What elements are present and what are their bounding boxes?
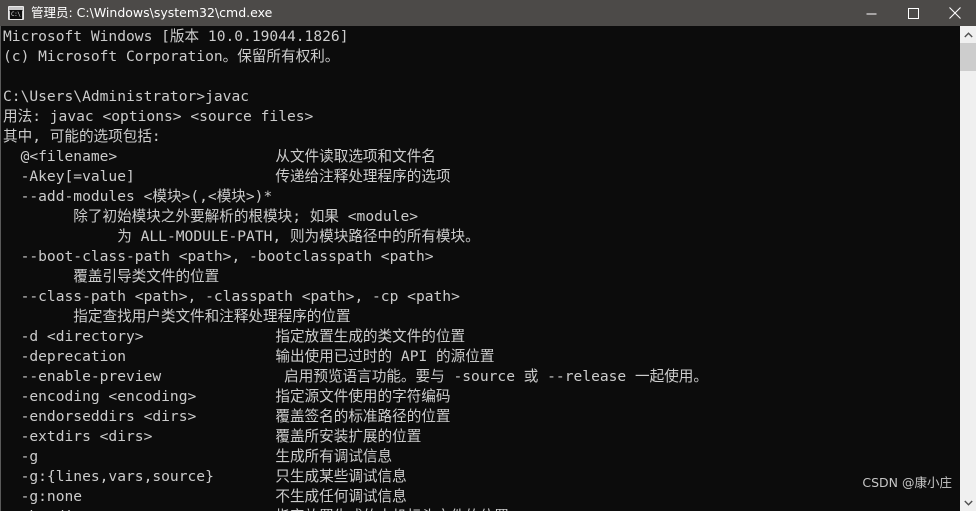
maximize-button[interactable] [892, 0, 934, 26]
scrollbar-thumb[interactable] [960, 43, 976, 71]
title-bar[interactable]: 管理员: C:\Windows\system32\cmd.exe [0, 0, 976, 26]
cmd-console-icon [8, 6, 24, 20]
console-output[interactable]: Microsoft Windows [版本 10.0.19044.1826] (c… [1, 26, 959, 511]
console-line: -endorseddirs <dirs> 覆盖签名的标准路径的位置 [3, 408, 451, 425]
console-line: 为 ALL-MODULE-PATH, 则为模块路径中的所有模块。 [3, 228, 480, 245]
console-line: -encoding <encoding> 指定源文件使用的字符编码 [3, 388, 451, 405]
console-line: -d <directory> 指定放置生成的类文件的位置 [3, 328, 466, 345]
cmd-window: 管理员: C:\Windows\system32\cmd.exe [0, 0, 976, 511]
minimize-button[interactable] [850, 0, 892, 26]
console-line: -g 生成所有调试信息 [3, 448, 393, 465]
console-line: @<filename> 从文件读取选项和文件名 [3, 148, 436, 165]
console-line: -h <directory> 指定放置生成的本机标头文件的位置 [1, 507, 959, 511]
console-line: -deprecation 输出使用已过时的 API 的源位置 [3, 348, 495, 365]
console-line: C:\Users\Administrator>javac [3, 88, 250, 105]
console-line: 其中, 可能的选项包括: [3, 128, 161, 145]
console-line: -g:none 不生成任何调试信息 [3, 488, 407, 505]
scrollbar-track[interactable] [960, 43, 976, 494]
console-line: -g:{lines,vars,source} 只生成某些调试信息 [3, 468, 407, 485]
window-title: 管理员: C:\Windows\system32\cmd.exe [31, 5, 273, 20]
console-area: Microsoft Windows [版本 10.0.19044.1826] (c… [0, 26, 976, 511]
console-line: 指定查找用户类文件和注释处理程序的位置 [3, 308, 351, 325]
console-line: 除了初始模块之外要解析的根模块; 如果 <module> [3, 208, 419, 225]
console-line: 覆盖引导类文件的位置 [3, 268, 220, 285]
console-line: --add-modules <模块>(,<模块>)* [3, 188, 273, 205]
console-line: --enable-preview 启用预览语言功能。要与 -source 或 -… [3, 368, 708, 385]
console-line: -extdirs <dirs> 覆盖所安装扩展的位置 [3, 428, 422, 445]
console-line: --boot-class-path <path>, -bootclasspath… [3, 248, 434, 265]
scroll-up-button[interactable] [960, 26, 976, 43]
console-line: Microsoft Windows [版本 10.0.19044.1826] [3, 28, 349, 45]
console-line: 用法: javac <options> <source files> [3, 108, 314, 125]
console-line: (c) Microsoft Corporation。保留所有权利。 [3, 48, 340, 65]
scroll-down-button[interactable] [960, 494, 976, 511]
title-bar-left: 管理员: C:\Windows\system32\cmd.exe [0, 0, 850, 26]
console-line: -Akey[=value] 传递给注释处理程序的选项 [3, 168, 451, 185]
window-controls [850, 0, 976, 26]
console-line: --class-path <path>, -classpath <path>, … [3, 288, 460, 305]
close-button[interactable] [934, 0, 976, 26]
vertical-scrollbar[interactable] [959, 26, 976, 511]
console-lines: Microsoft Windows [版本 10.0.19044.1826] (c… [1, 27, 959, 511]
